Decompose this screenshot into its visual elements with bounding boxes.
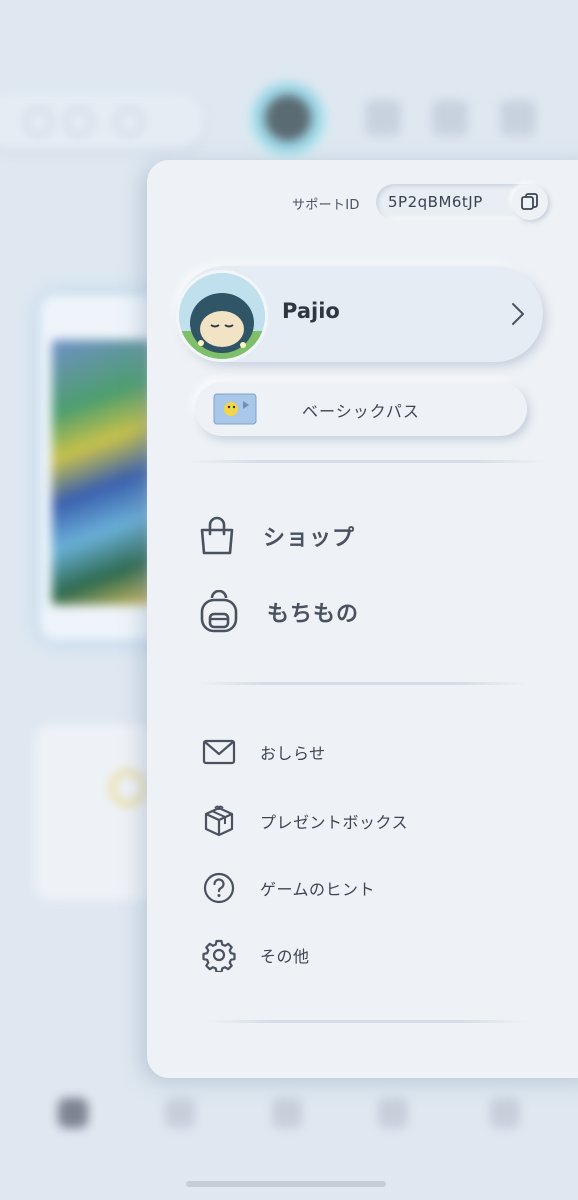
menu-item-label: もちもの — [267, 602, 360, 627]
menu-item-shop[interactable]: ショップ — [197, 516, 355, 556]
background-decoration — [110, 770, 146, 806]
menu-item-game-hints[interactable]: ゲームのヒント — [202, 871, 375, 905]
menu-item-present-box[interactable]: プレゼントボックス — [202, 804, 408, 838]
menu-item-items[interactable]: もちもの — [197, 590, 359, 634]
background-top-bar — [0, 92, 205, 150]
background-nav-icon — [272, 1098, 302, 1128]
background-card-art — [52, 340, 152, 605]
home-indicator[interactable] — [186, 1181, 386, 1187]
question-circle-icon — [203, 872, 235, 904]
background-nav-icon — [490, 1098, 520, 1128]
backpack-icon — [200, 590, 238, 633]
divider — [187, 460, 547, 463]
side-menu-panel: サポートID 5P2qBM6tJP Pajio ベーシックパス ショップ もちも… — [147, 160, 578, 1078]
background-icon — [432, 100, 468, 136]
profile-button[interactable]: Pajio — [177, 266, 543, 362]
menu-item-label: その他 — [260, 947, 310, 966]
copy-icon — [521, 193, 538, 210]
menu-item-other[interactable]: その他 — [202, 938, 310, 972]
divider — [197, 682, 527, 685]
basic-pass-label: ベーシックパス — [302, 402, 420, 421]
copy-button[interactable] — [512, 184, 548, 220]
support-id-label: サポートID — [292, 198, 360, 213]
background-card — [35, 725, 165, 900]
profile-name: Pajio — [282, 299, 340, 323]
background-icon — [365, 100, 401, 136]
menu-item-label: ゲームのヒント — [260, 880, 376, 899]
shopping-bag-icon — [200, 516, 234, 555]
background-nav-icon — [378, 1098, 408, 1128]
background-avatar — [248, 82, 328, 162]
menu-item-news[interactable]: おしらせ — [202, 738, 326, 766]
background-icon — [500, 100, 536, 136]
mail-icon — [202, 739, 236, 765]
chevron-right-icon — [512, 303, 524, 325]
gift-icon — [204, 805, 234, 837]
gear-icon — [202, 939, 236, 972]
basic-pass-button[interactable]: ベーシックパス — [195, 382, 527, 436]
support-id-value: 5P2qBM6tJP — [388, 193, 483, 211]
support-id-field: 5P2qBM6tJP — [376, 184, 548, 220]
menu-item-label: プレゼントボックス — [260, 813, 409, 832]
background-nav-icon — [165, 1098, 195, 1128]
menu-item-label: おしらせ — [260, 744, 326, 763]
divider — [207, 1020, 527, 1023]
avatar — [179, 273, 265, 359]
background-nav-icon — [58, 1098, 88, 1128]
menu-item-label: ショップ — [263, 526, 356, 551]
